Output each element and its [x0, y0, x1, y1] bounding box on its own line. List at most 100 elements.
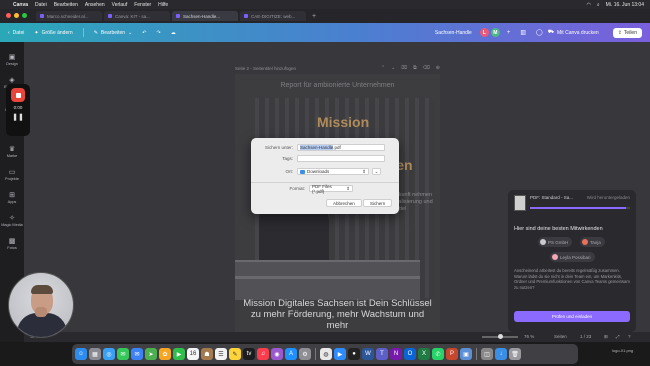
outlook-icon[interactable]: O: [404, 348, 416, 360]
finder-icon[interactable]: ☺: [75, 348, 87, 360]
facetime-icon[interactable]: ▶: [173, 348, 185, 360]
obs-icon[interactable]: ●: [348, 348, 360, 360]
powerpoint-icon[interactable]: P: [446, 348, 458, 360]
appstore-icon[interactable]: A: [285, 348, 297, 360]
grid-view-icon[interactable]: ⊞: [604, 334, 608, 340]
podcasts-icon[interactable]: ◉: [271, 348, 283, 360]
location-select[interactable]: Downloads ⇕: [297, 168, 369, 175]
resize-button[interactable]: ✦ Größe ändern: [34, 30, 72, 36]
brand-icon: ♛: [8, 145, 16, 153]
chart-icon[interactable]: ▥: [520, 29, 526, 36]
minimize-window-button[interactable]: [14, 13, 19, 18]
maximize-window-button[interactable]: [22, 13, 27, 18]
comment-icon[interactable]: ◯: [536, 29, 543, 36]
trash-icon[interactable]: 🗑: [509, 348, 521, 360]
save-button[interactable]: Sichern: [363, 199, 393, 207]
menu-window[interactable]: Fenster: [134, 2, 151, 8]
zoom-icon[interactable]: ▶: [334, 348, 346, 360]
sidebar-item-apps[interactable]: ⊞ Apps: [0, 186, 24, 209]
notes-icon[interactable]: ✎: [229, 348, 241, 360]
excel-icon[interactable]: X: [418, 348, 430, 360]
menu-app-name[interactable]: Canva: [13, 2, 28, 8]
menu-help[interactable]: Hilfe: [158, 2, 168, 8]
document-title[interactable]: Sachsen-Handle: [435, 30, 472, 36]
calendar-icon[interactable]: 16: [187, 348, 199, 360]
zoom-slider-handle[interactable]: [498, 334, 503, 339]
maps-icon[interactable]: ➤: [145, 348, 157, 360]
filename-field[interactable]: Sachsen-Handle .pdf: [297, 144, 385, 151]
pages-button[interactable]: Seiten: [554, 334, 567, 339]
where-row: Ort: Downloads ⇕ ⌄: [251, 168, 399, 175]
cloud-save-status[interactable]: ☁: [171, 30, 176, 36]
share-button[interactable]: ⇪ Teilen: [612, 27, 642, 38]
contacts-icon[interactable]: ☗: [201, 348, 213, 360]
safari-icon[interactable]: ◎: [103, 348, 115, 360]
word-icon[interactable]: W: [362, 348, 374, 360]
sidebar-item-photos[interactable]: ▩ Fotos: [0, 232, 24, 255]
page-title-label[interactable]: Seite 2 - Seitentitel hinzufügen: [235, 66, 296, 71]
chrome-icon[interactable]: ◍: [320, 348, 332, 360]
cancel-button[interactable]: Abbrechen: [326, 199, 362, 207]
onenote-icon[interactable]: N: [390, 348, 402, 360]
avatar[interactable]: L: [479, 28, 489, 37]
downloads-icon[interactable]: ↓: [495, 348, 507, 360]
menu-bar: Canva Datei Bearbeiten Ansehen Verlauf F…: [0, 0, 650, 9]
new-tab-button[interactable]: +: [312, 13, 316, 20]
expand-dialog-button[interactable]: ⌄: [372, 168, 381, 175]
menu-view[interactable]: Ansehen: [85, 2, 105, 8]
mail-icon[interactable]: ✉: [131, 348, 143, 360]
lock-icon[interactable]: ⌧: [401, 65, 407, 71]
sidebar-item-projects[interactable]: ▭ Projekte: [0, 163, 24, 186]
help-icon[interactable]: ?: [628, 334, 631, 339]
contributor-chip[interactable]: Leyla Possibari: [550, 252, 595, 262]
webcam-bubble[interactable]: [8, 272, 74, 338]
sidebar-item-design[interactable]: ▣ Design: [0, 48, 24, 71]
menu-history[interactable]: Verlauf: [112, 2, 128, 8]
settings-icon[interactable]: ⚙: [299, 348, 311, 360]
file-menu-button[interactable]: ‹ Datei: [8, 30, 24, 36]
reminders-icon[interactable]: ☰: [215, 348, 227, 360]
whatsapp-icon[interactable]: ✆: [432, 348, 444, 360]
fullscreen-icon[interactable]: ⤢: [616, 334, 620, 339]
add-page-icon[interactable]: ⊕: [436, 65, 440, 71]
contributor-chip[interactable]: PS GmbH: [538, 237, 573, 247]
print-button[interactable]: ⛟ Mit Canva drucken: [548, 29, 599, 36]
undo-button[interactable]: ↶: [142, 30, 146, 36]
screenshot-icon[interactable]: ◫: [481, 348, 493, 360]
browser-tab[interactable]: Marco.schneider.al...: [36, 11, 102, 21]
teams-icon[interactable]: T: [376, 348, 388, 360]
browser-tab[interactable]: CAE-DIGITIZE: web...: [240, 11, 306, 21]
messages-icon[interactable]: ✉: [117, 348, 129, 360]
sidebar-item-brand[interactable]: ♛ Marke: [0, 140, 24, 163]
delete-icon[interactable]: ⌫: [423, 65, 430, 71]
preview-icon[interactable]: ▣: [460, 348, 472, 360]
page-count[interactable]: 1 / 23: [580, 334, 591, 339]
sidebar-item-magic-media[interactable]: ✧ Magic Media: [0, 209, 24, 232]
browser-tab-active[interactable]: Sachsen-Handle...: [172, 11, 238, 21]
menu-clock[interactable]: Mi. 16. Jun 13:04: [606, 2, 644, 8]
redo-button[interactable]: ↷: [157, 30, 161, 36]
duplicate-icon[interactable]: ⧉: [413, 65, 417, 71]
wifi-icon[interactable]: ◠: [586, 2, 590, 8]
chevron-up-icon[interactable]: ⌃: [381, 65, 385, 71]
close-window-button[interactable]: [6, 13, 11, 18]
zoom-level[interactable]: 76 %: [524, 334, 534, 339]
edit-button[interactable]: ✎ Bearbeiten ⌄: [94, 30, 133, 36]
photos-icon[interactable]: ✿: [159, 348, 171, 360]
review-invite-button[interactable]: Prüfen und einladen: [514, 311, 630, 322]
avatar[interactable]: M: [490, 28, 500, 37]
chevron-down-icon[interactable]: ⌄: [391, 65, 395, 71]
menu-file[interactable]: Datei: [35, 2, 47, 8]
format-select[interactable]: PDF Files (*.pdf) ⇕: [309, 184, 353, 194]
tv-icon[interactable]: tv: [243, 348, 255, 360]
tags-field[interactable]: [297, 155, 385, 162]
menu-edit[interactable]: Bearbeiten: [54, 2, 78, 8]
music-icon[interactable]: ♫: [257, 348, 269, 360]
pause-icon[interactable]: ❚❚: [12, 113, 24, 121]
add-collaborator-icon[interactable]: +: [507, 30, 511, 36]
launchpad-icon[interactable]: ▦: [89, 348, 101, 360]
contributor-chip[interactable]: Tanja: [580, 237, 605, 247]
search-icon[interactable]: ⌕: [597, 2, 600, 8]
browser-tab[interactable]: Canva: KIT - sa...: [104, 11, 170, 21]
stop-recording-button[interactable]: [11, 88, 25, 102]
